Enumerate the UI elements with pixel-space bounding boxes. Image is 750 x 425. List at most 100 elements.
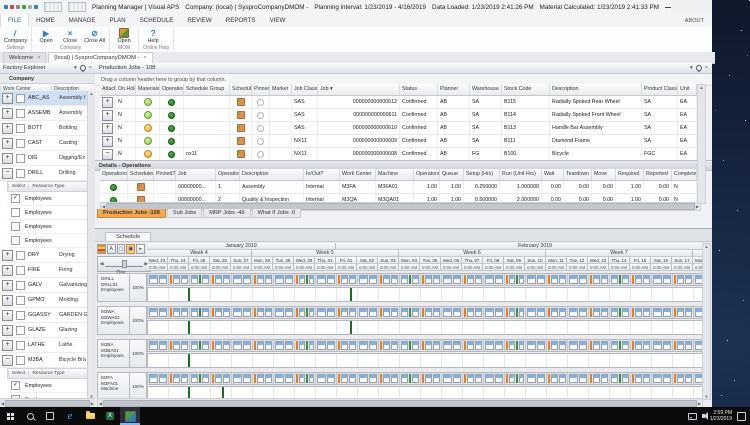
expand-icon[interactable]: + — [2, 153, 13, 164]
slider-handle[interactable] — [122, 260, 127, 268]
ops-column-header-required[interactable]: Required — [616, 169, 644, 181]
expand-icon[interactable]: + — [2, 340, 13, 351]
ribbon-tab-view[interactable]: VIEW — [263, 14, 293, 27]
toolbar-grid-icon[interactable] — [68, 2, 86, 12]
chat-icon[interactable] — [688, 413, 697, 420]
ribbon-tab-home[interactable]: HOME — [29, 14, 62, 27]
resource-label[interactable]: M3BAM3BA01Employees — [97, 339, 130, 368]
jobs-column-header-job-class[interactable]: Job Class — [292, 84, 318, 96]
slider-left-arrow-icon[interactable]: ◀ — [100, 261, 103, 267]
row-expander-cell[interactable]: + — [100, 96, 116, 109]
jobs-column-header-status[interactable]: Status — [400, 84, 438, 96]
chevron-down-icon[interactable]: ▾ — [74, 65, 77, 71]
expand-icon[interactable]: + — [2, 93, 13, 104]
expand-icon[interactable]: + — [102, 123, 113, 134]
ribbon-tab-about[interactable]: ABOUT — [685, 14, 712, 27]
jobs-column-header-scheduled[interactable]: Scheduled? — [230, 84, 252, 96]
work-center-checkbox[interactable] — [16, 169, 25, 178]
search-button[interactable] — [20, 407, 40, 425]
minimize-button[interactable] — [665, 7, 671, 8]
gantt-area[interactable] — [147, 339, 703, 368]
work-center-row-m3ba[interactable]: −M3BABicycle Bra — [0, 353, 88, 368]
work-center-row-drill[interactable]: −DRILLDrilling — [0, 166, 88, 181]
close-panel-icon[interactable]: × — [705, 65, 708, 71]
ops-column-header-operation[interactable]: Operation — [216, 169, 240, 181]
factory-vertical-scrollbar[interactable]: ▲▼ — [87, 91, 95, 399]
ribbon-tab-reports[interactable]: REPORTS — [219, 14, 263, 27]
collapse-icon[interactable]: − — [2, 168, 13, 179]
work-center-row-gpmo[interactable]: +GPMOMolding — [0, 293, 88, 308]
taskbar-clock[interactable]: 2:59 PM 1/23/2019 — [710, 410, 732, 422]
pin-icon[interactable] — [695, 64, 703, 72]
ribbon-button-company-settings[interactable]: /Company — [4, 28, 27, 45]
collapse-icon[interactable]: − — [2, 355, 13, 366]
ops-column-header-description[interactable]: Description — [240, 169, 304, 181]
zoom-in-icon[interactable]: ▣ — [126, 244, 135, 254]
expand-icon[interactable]: + — [2, 310, 13, 321]
resource-column-header[interactable]: Resource Type — [28, 184, 67, 189]
ops-column-header-setup-hrs[interactable]: Setup (Hrs) — [464, 169, 500, 181]
zoom-out-icon[interactable]: A — [107, 244, 116, 254]
gantt-area[interactable] — [147, 306, 703, 335]
start-button[interactable] — [0, 407, 20, 425]
jobs-vertical-scrollbar[interactable]: ▲ — [697, 84, 706, 204]
document-tab-local-sysprocompanydmom[interactable]: (local) | SysproCompanyDMOM -× — [48, 52, 152, 63]
zoom-fit-icon[interactable]: ▢ — [117, 244, 126, 254]
jobs-column-header-attach[interactable]: Attach — [100, 84, 116, 96]
resource-label[interactable]: M3FAM3FA01Machine — [97, 372, 130, 401]
resource-select-checkbox[interactable] — [11, 208, 20, 217]
jobs-column-header-planner[interactable]: Planner — [438, 84, 470, 96]
work-center-checkbox[interactable] — [16, 266, 25, 275]
jobs-column-header-materials[interactable]: Materials? — [136, 84, 160, 96]
ops-column-header-operators[interactable]: Operators — [414, 169, 440, 181]
expand-icon[interactable]: + — [2, 250, 13, 261]
work-center-checkbox[interactable] — [16, 154, 25, 163]
resource-row[interactable]: Employees — [7, 234, 88, 248]
work-center-row-cast[interactable]: +CASTCasting — [0, 136, 88, 151]
bottom-tab-what-if-jobs-0[interactable]: What If Jobs -0 — [252, 209, 302, 218]
work-center-row-assemb[interactable]: +ASSEMBAssembly — [0, 106, 88, 121]
ops-column-header-machine[interactable]: Machine — [376, 169, 414, 181]
excel-button[interactable]: X — [100, 407, 120, 425]
jobs-column-header-on-hold[interactable]: On Hold — [116, 84, 136, 96]
jobs-column-header-warehouse[interactable]: Warehouse — [470, 84, 502, 96]
resource-row[interactable]: ✓Employees — [7, 192, 88, 206]
ribbon-tab-file[interactable]: FILE — [0, 14, 29, 27]
row-expander-cell[interactable]: + — [100, 122, 116, 135]
expand-icon[interactable]: + — [102, 97, 113, 108]
work-center-checkbox[interactable] — [16, 281, 25, 290]
work-center-row-dig[interactable]: +DIGDigging/Ex — [0, 151, 88, 166]
file-explorer-button[interactable] — [80, 407, 100, 425]
ribbon-tab-manage[interactable]: MANAGE — [62, 14, 103, 27]
row-expander-cell[interactable]: + — [100, 135, 116, 148]
ops-column-header-queue[interactable]: Queue — [440, 169, 464, 181]
work-center-checkbox[interactable] — [16, 124, 25, 133]
ribbon-button-open-company[interactable]: ▶Open — [36, 28, 56, 45]
jobs-column-header-job[interactable]: Job ▾ — [318, 84, 400, 96]
chevron-down-icon[interactable]: ▾ — [690, 65, 693, 71]
task-view-button[interactable] — [40, 407, 60, 425]
tab-close-icon[interactable]: × — [37, 55, 40, 61]
resource-label[interactable]: M3WAM3WA01Employees — [97, 306, 130, 335]
ops-column-header-teardown[interactable]: Teardown — [564, 169, 592, 181]
ops-column-header-pinned[interactable]: Pinned? — [154, 169, 176, 181]
tab-close-icon[interactable]: × — [144, 55, 147, 61]
schedule-tab[interactable]: Schedule — [105, 232, 151, 241]
resource-row[interactable]: ✓Employees — [7, 379, 88, 393]
schedule-vertical-scrollbar[interactable]: ▲▼ — [702, 243, 711, 400]
expand-icon[interactable]: ▸ — [136, 244, 145, 254]
resource-select-checkbox[interactable]: ✓ — [11, 381, 20, 390]
resource-column-header[interactable]: Resource Type — [28, 371, 67, 376]
jobs-column-header-marker[interactable]: Marker — [270, 84, 292, 96]
work-center-checkbox[interactable] — [16, 109, 25, 118]
work-center-row-fire[interactable]: +FIREFiring — [0, 263, 88, 278]
ops-column-header-work-center[interactable]: Work Center — [340, 169, 376, 181]
ops-column-header-in-out[interactable]: In/Out? — [304, 169, 340, 181]
resource-select-checkbox[interactable]: ✓ — [11, 194, 20, 203]
work-center-row-bott[interactable]: +BOTTBottling — [0, 121, 88, 136]
ribbon-tab-schedule[interactable]: SCHEDULE — [133, 14, 181, 27]
ops-column-header-reported[interactable]: Reported — [644, 169, 672, 181]
action-center-icon[interactable] — [737, 412, 746, 421]
company-group-header[interactable]: Company — [0, 74, 95, 84]
expand-icon[interactable]: + — [2, 325, 13, 336]
